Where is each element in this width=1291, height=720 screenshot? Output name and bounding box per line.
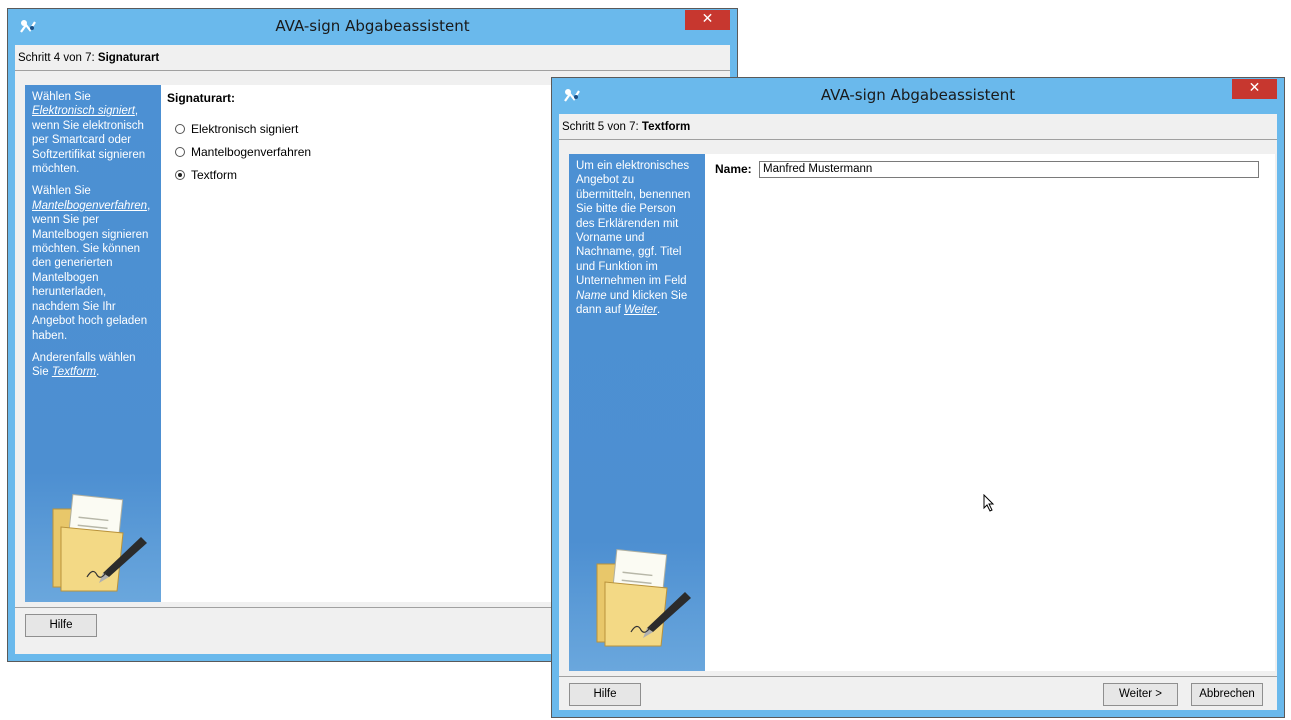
radio-button-selected[interactable] — [175, 170, 185, 180]
help-button[interactable]: Hilfe — [25, 614, 97, 637]
radio-label[interactable]: Textform — [191, 168, 237, 182]
info-side-panel: Um ein elektronisches Angebot zu übermit… — [569, 154, 705, 671]
footer-divider — [559, 676, 1277, 677]
folder-document-icon — [596, 549, 691, 647]
step-title: Signaturart — [97, 52, 160, 64]
step-header: Schritt 4 von 7: Signaturart — [15, 45, 730, 71]
radio-button[interactable] — [175, 147, 185, 157]
next-button[interactable]: Weiter > — [1103, 683, 1178, 706]
close-button[interactable]: ✕ — [685, 10, 730, 30]
info-paragraph: Wählen Sie Elektronisch signiert, wenn S… — [32, 91, 146, 176]
step-prefix: Schritt 4 von 7: — [18, 52, 98, 64]
title-bar[interactable]: AVA-sign Abgabeassistent ✕ — [552, 78, 1284, 114]
wizard-window-step5: AVA-sign Abgabeassistent ✕ Schritt 5 von… — [551, 77, 1285, 718]
radio-button[interactable] — [175, 124, 185, 134]
cancel-button[interactable]: Abbrechen — [1191, 683, 1263, 706]
step-header: Schritt 5 von 7: Textform — [559, 114, 1277, 140]
info-paragraph: Anderenfalls wählen Sie Textform. — [32, 351, 136, 379]
radio-textform[interactable]: Textform — [175, 167, 237, 183]
main-content: Name: Manfred Mustermann — [705, 154, 1275, 671]
window-title: AVA-sign Abgabeassistent — [275, 17, 470, 35]
window-client: Schritt 5 von 7: Textform Um ein elektro… — [559, 114, 1277, 710]
radio-elektronisch-signiert[interactable]: Elektronisch signiert — [175, 121, 298, 137]
radio-mantelbogenverfahren[interactable]: Mantelbogenverfahren — [175, 144, 311, 160]
help-button[interactable]: Hilfe — [569, 683, 641, 706]
info-paragraph: Um ein elektronisches Angebot zu übermit… — [576, 160, 691, 317]
window-title: AVA-sign Abgabeassistent — [820, 86, 1016, 104]
info-side-panel: Wählen Sie Elektronisch signiert, wenn S… — [25, 85, 161, 602]
info-paragraph: Wählen Sie Mantelbogenverfahren, wenn Si… — [32, 185, 151, 342]
section-heading: Signaturart: — [167, 91, 236, 105]
title-bar[interactable]: AVA-sign Abgabeassistent ✕ — [8, 9, 737, 45]
radio-label[interactable]: Elektronisch signiert — [191, 122, 298, 136]
folder-document-icon — [52, 494, 147, 592]
mouse-pointer-icon — [983, 494, 995, 512]
name-field[interactable]: Manfred Mustermann — [759, 161, 1259, 178]
step-prefix: Schritt 5 von 7: — [562, 121, 642, 133]
radio-label[interactable]: Mantelbogenverfahren — [191, 145, 311, 159]
step-title: Textform — [641, 121, 691, 133]
close-button[interactable]: ✕ — [1232, 79, 1277, 99]
name-label: Name: — [715, 162, 752, 176]
